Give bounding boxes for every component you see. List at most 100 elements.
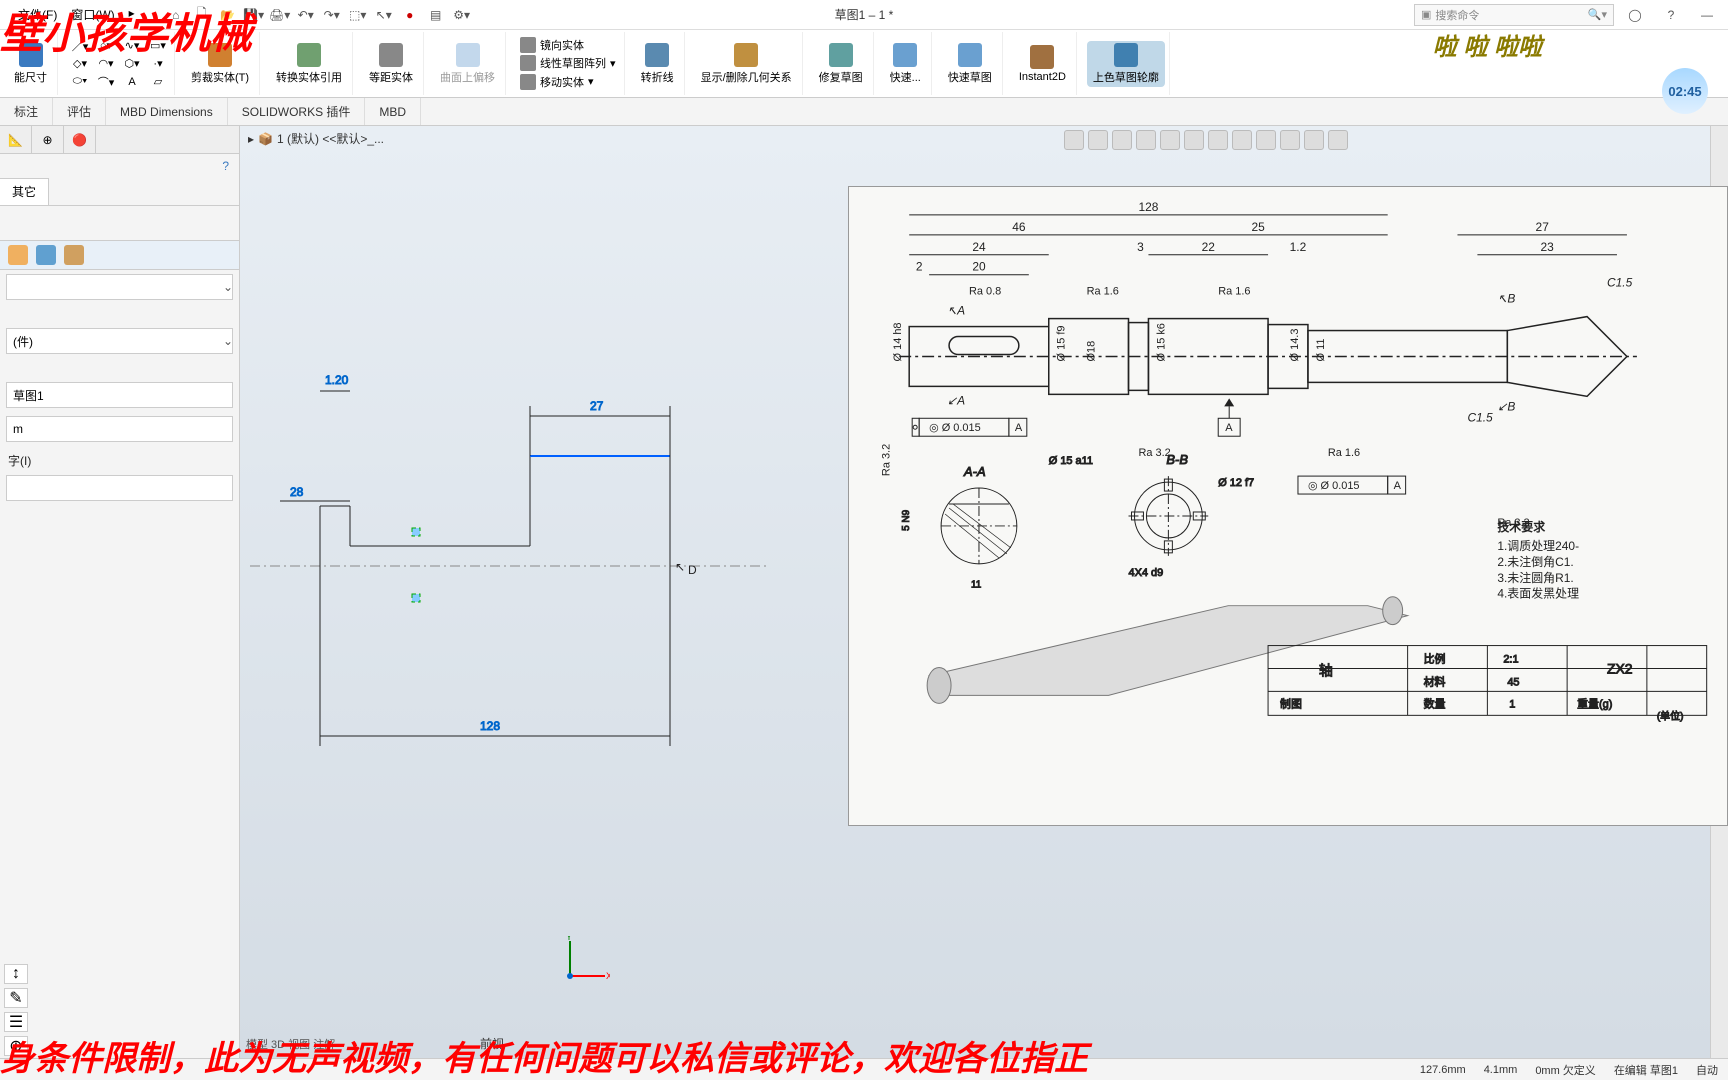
mirror-button[interactable]: 镜向实体 [518, 36, 586, 54]
svg-text:22: 22 [1202, 240, 1216, 254]
hut-10-icon[interactable] [1280, 130, 1300, 150]
reference-drawing-image: 128 46 25 24 20 2 3 22 1.2 27 23 Ra 0.8 … [848, 186, 1728, 826]
select-icon[interactable]: ⬚▾ [347, 4, 369, 26]
text-tool-icon[interactable]: A [120, 73, 144, 91]
svg-text:◎ Ø 0.015: ◎ Ø 0.015 [1308, 480, 1360, 492]
pm-unit-field[interactable]: m [6, 416, 233, 442]
pm-name-field[interactable] [6, 475, 233, 501]
pm-tab-config-icon[interactable]: ⊕ [32, 126, 64, 153]
svg-text:5 N9: 5 N9 [901, 509, 912, 530]
pm-footer-1-icon[interactable]: ↕ [4, 964, 28, 984]
pm-footer-2-icon[interactable]: ✎ [4, 988, 28, 1008]
pm-combo-1[interactable]: ⌄ [6, 274, 233, 300]
svg-text:↙A: ↙A [947, 393, 965, 407]
move-button[interactable]: 移动实体▾ [518, 73, 596, 91]
user-icon[interactable]: ◯ [1620, 4, 1650, 26]
print-icon[interactable]: 🖨▾ [269, 4, 291, 26]
quick-button[interactable]: 快速... [884, 41, 927, 87]
svg-text:Ø 11: Ø 11 [1315, 339, 1327, 362]
svg-text:1.20: 1.20 [325, 373, 349, 387]
hut-5-icon[interactable] [1160, 130, 1180, 150]
svg-text:◎ Ø 0.015: ◎ Ø 0.015 [929, 422, 981, 434]
instant2d-button[interactable]: Instant2D [1013, 43, 1072, 85]
plane-tool-icon[interactable]: ▱ [146, 73, 170, 91]
pattern-button[interactable]: 线性草图阵列▾ [518, 54, 618, 72]
quick-sketch-button[interactable]: 快速草图 [942, 41, 998, 87]
surface-offset-button[interactable]: 曲面上偏移 [434, 41, 501, 87]
fillet-tool-icon[interactable]: ⌒▾ [94, 73, 118, 91]
titlebar: 文件(F) 窗口(W) ▸ ⌂ 🗋 📂 💾▾ 🖨▾ ↶▾ ↷▾ ⬚▾ ↖▾ ● … [0, 0, 1728, 30]
tab-mbd[interactable]: MBD [365, 98, 421, 125]
graphics-area[interactable]: ▸📦1 (默认) <<默认>_... 27 [240, 126, 1728, 1058]
pm-footer-3-icon[interactable]: ☰ [4, 1012, 28, 1032]
rebuild-icon[interactable]: ● [399, 4, 421, 26]
pm-component-value: (件) [13, 333, 33, 350]
svg-text:27: 27 [590, 399, 604, 413]
svg-text:4.表面发黑处理: 4.表面发黑处理 [1497, 586, 1579, 601]
pm-component-combo[interactable]: (件)⌄ [6, 328, 233, 354]
hut-9-icon[interactable] [1256, 130, 1276, 150]
pm-sketch-name-field[interactable]: 草图1 [6, 382, 233, 408]
tab-addins[interactable]: SOLIDWORKS 插件 [228, 98, 366, 125]
pm-tab-feature-icon[interactable]: 📐 [0, 126, 32, 153]
svg-text:1: 1 [1509, 698, 1515, 710]
tab-evaluate[interactable]: 评估 [53, 98, 106, 125]
command-manager-tabs: 标注 评估 MBD Dimensions SOLIDWORKS 插件 MBD [0, 98, 1728, 126]
settings-icon[interactable]: ⚙▾ [451, 4, 473, 26]
tab-mbd-dims[interactable]: MBD Dimensions [106, 98, 228, 125]
hut-7-icon[interactable] [1208, 130, 1228, 150]
pm-tab-display-icon[interactable]: 🔴 [64, 126, 96, 153]
jog-button[interactable]: 转折线 [635, 41, 680, 87]
search-dropdown-icon[interactable]: 🔍▾ [1588, 8, 1607, 21]
heads-up-toolbar [1064, 130, 1348, 150]
svg-text:Ø 15 f9: Ø 15 f9 [1056, 326, 1068, 362]
video-overlay-title: 壁小孩学机械 [0, 0, 252, 61]
hut-3-icon[interactable] [1112, 130, 1132, 150]
repair-button[interactable]: 修复草图 [813, 41, 869, 87]
hut-12-icon[interactable] [1328, 130, 1348, 150]
svg-text:Ra 0.8: Ra 0.8 [969, 286, 1001, 298]
svg-text:2: 2 [916, 260, 923, 274]
hut-1-icon[interactable] [1064, 130, 1084, 150]
minimize-icon[interactable]: — [1692, 4, 1722, 26]
pm-help-icon[interactable]: ? [222, 159, 229, 173]
help-icon[interactable]: ? [1656, 4, 1686, 26]
convert-button[interactable]: 转换实体引用 [270, 41, 348, 87]
options-icon[interactable]: ▤ [425, 4, 447, 26]
pm-tool-2-icon[interactable] [36, 245, 56, 265]
svg-text:D: D [688, 563, 697, 577]
svg-text:轴: 轴 [1319, 662, 1333, 678]
cursor-icon[interactable]: ↖▾ [373, 4, 395, 26]
pm-tool-3-icon[interactable] [64, 245, 84, 265]
ellipse-tool-icon[interactable]: ⬭▾ [68, 73, 92, 91]
pm-name-label: 字(I) [0, 446, 239, 471]
svg-text:C1.5: C1.5 [1607, 276, 1633, 290]
svg-text:Ø 14.3: Ø 14.3 [1289, 329, 1301, 362]
hut-2-icon[interactable] [1088, 130, 1108, 150]
hut-8-icon[interactable] [1232, 130, 1252, 150]
breadcrumb[interactable]: ▸📦1 (默认) <<默认>_... [248, 130, 384, 147]
pm-tool-1-icon[interactable] [8, 245, 28, 265]
tab-annotate[interactable]: 标注 [0, 98, 53, 125]
shade-sketch-button[interactable]: 上色草图轮廓 [1087, 41, 1165, 87]
svg-text:Ø 14 h8: Ø 14 h8 [892, 322, 904, 361]
svg-text:ZX2: ZX2 [1607, 660, 1633, 676]
hut-6-icon[interactable] [1184, 130, 1204, 150]
svg-text:20: 20 [972, 260, 986, 274]
svg-text:↙B: ↙B [1497, 399, 1515, 413]
offset-button[interactable]: 等距实体 [363, 41, 419, 87]
svg-text:2.未注倒角C1.: 2.未注倒角C1. [1497, 554, 1573, 569]
command-search[interactable]: ▣ 搜索命令 🔍▾ [1414, 4, 1614, 26]
svg-text:A: A [1225, 422, 1233, 434]
hut-11-icon[interactable] [1304, 130, 1324, 150]
view-triad[interactable]: X Y [560, 936, 610, 986]
relations-button[interactable]: 显示/删除几何关系 [695, 41, 798, 87]
chevron-down-icon: ⌄ [223, 280, 233, 294]
video-overlay-sub: 啦 啦 啦啦 [1433, 27, 1542, 62]
pm-other-tab[interactable]: 其它 [0, 178, 49, 205]
undo-icon[interactable]: ↶▾ [295, 4, 317, 26]
redo-icon[interactable]: ↷▾ [321, 4, 343, 26]
hut-4-icon[interactable] [1136, 130, 1156, 150]
svg-text:3.未注圆角R1.: 3.未注圆角R1. [1497, 570, 1573, 585]
svg-text:128: 128 [1138, 200, 1158, 214]
